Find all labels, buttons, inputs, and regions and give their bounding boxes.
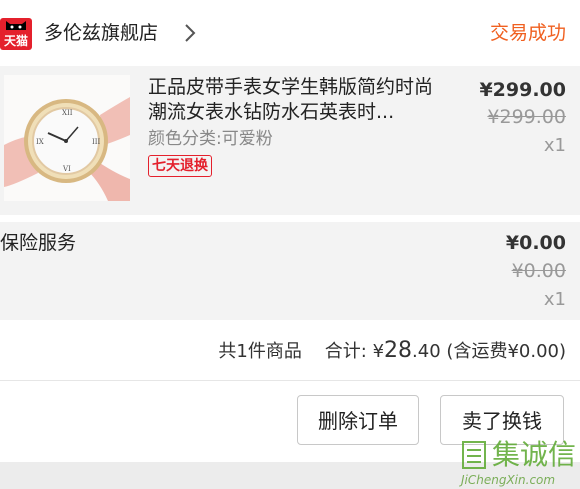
product-item[interactable]: XII III VI IX 正品皮带手表女学生韩版简约时尚潮流女表水钻防水石英表… xyxy=(0,66,580,215)
insurance-original-price: ¥0.00 xyxy=(511,260,566,282)
product-quantity: x1 xyxy=(543,135,566,156)
svg-text:III: III xyxy=(92,138,101,146)
total-amount-decimal: .40 xyxy=(412,341,441,362)
insurance-quantity: x1 xyxy=(543,289,566,310)
watermark-logo-icon xyxy=(462,441,486,469)
watermark: 集诚信 JiChengXin.com xyxy=(458,438,580,489)
insurance-price: ¥0.00 xyxy=(505,232,566,254)
product-variant: 颜色分类:可爱粉 xyxy=(148,129,273,149)
product-original-price: ¥299.00 xyxy=(487,106,566,128)
order-summary: 共1件商品 合计: ¥28.40 (含运费¥0.00) xyxy=(0,320,580,380)
divider xyxy=(0,380,580,381)
product-title[interactable]: 正品皮带手表女学生韩版简约时尚潮流女表水钻防水石英表时... xyxy=(148,75,448,125)
order-status: 交易成功 xyxy=(489,22,566,44)
total-amount-integer: 28 xyxy=(384,338,413,363)
tmall-logo-text: 天猫 xyxy=(3,34,28,48)
watermark-domain: JiChengXin.com xyxy=(461,473,556,487)
tmall-logo-icon: 天猫 xyxy=(0,18,32,50)
summary-row: 共1件商品 合计: ¥28.40 (含运费¥0.00) xyxy=(218,338,566,365)
watermark-text: 集诚信 xyxy=(492,438,577,471)
svg-text:IX: IX xyxy=(36,138,44,146)
total-label: 合计: ¥ xyxy=(324,341,385,362)
insurance-service-row: 保险服务 ¥0.00 ¥0.00 x1 xyxy=(0,222,580,320)
product-thumbnail[interactable]: XII III VI IX xyxy=(4,75,130,201)
tmall-cat-icon xyxy=(6,21,26,30)
insurance-label: 保险服务 xyxy=(0,232,77,254)
product-price: ¥299.00 xyxy=(479,79,566,101)
return-policy-badge: 七天退换 xyxy=(148,155,212,177)
watch-image: XII III VI IX xyxy=(4,75,130,201)
svg-text:VI: VI xyxy=(62,165,71,173)
store-name-link[interactable]: 多伦兹旗舰店 xyxy=(44,18,158,48)
order-header: 天猫 多伦兹旗舰店 交易成功 xyxy=(0,0,580,66)
chevron-right-icon[interactable] xyxy=(181,22,199,44)
svg-text:XII: XII xyxy=(62,109,73,117)
delete-order-button[interactable]: 删除订单 xyxy=(297,395,419,445)
shipping-fee: (含运费¥0.00) xyxy=(446,341,566,362)
item-count: 共1件商品 xyxy=(218,341,302,362)
